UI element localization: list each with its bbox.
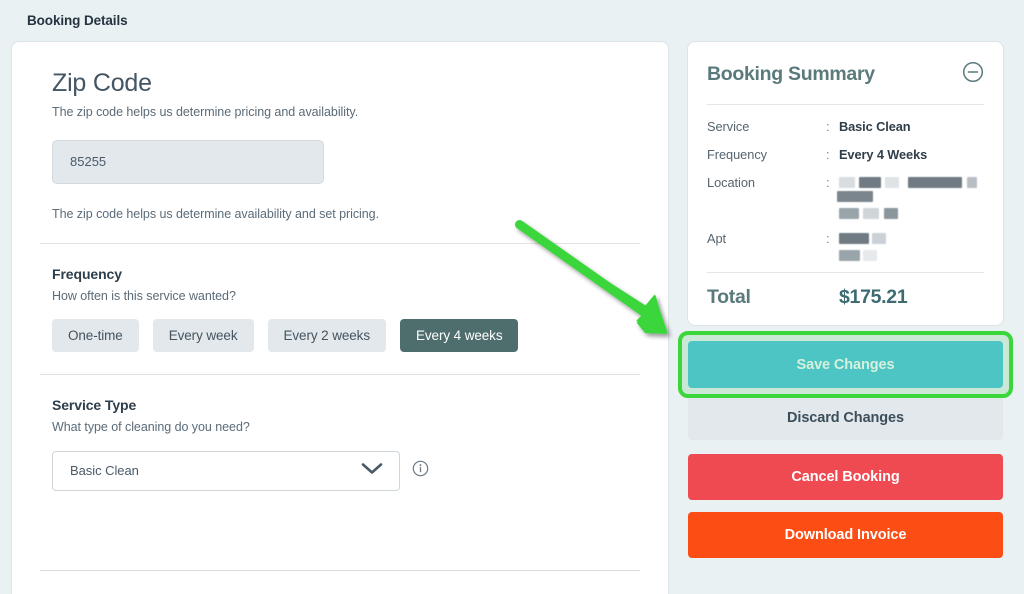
download-invoice-button[interactable]: Download Invoice [688, 512, 1003, 558]
summary-value-apt-redacted [839, 230, 942, 261]
summary-colon-location: : [826, 175, 830, 190]
booking-summary-column: Booking Summary Service : Basic Clean Fr… [678, 42, 1013, 558]
frequency-options: One-time Every week Every 2 weeks Every … [52, 318, 628, 352]
service-type-heading: Service Type [52, 396, 137, 413]
summary-key-frequency: Frequency [707, 147, 768, 162]
frequency-section: Frequency How often is this service want… [12, 244, 668, 352]
zip-code-section: Zip Code The zip code helps us determine… [12, 42, 668, 221]
summary-value-service: Basic Clean [839, 119, 911, 134]
save-button-wrapper: Save Changes [678, 331, 1013, 398]
summary-total-rule [707, 272, 984, 273]
summary-key-apt: Apt [707, 231, 727, 246]
service-type-subtitle: What type of cleaning do you need? [52, 419, 250, 434]
summary-value-frequency: Every 4 Weeks [839, 147, 928, 162]
cancel-booking-button[interactable]: Cancel Booking [688, 454, 1003, 500]
zip-code-helper-text: The zip code helps us determine availabi… [52, 206, 379, 221]
summary-value-location-redacted [837, 174, 984, 219]
service-type-selected-value: Basic Clean [70, 463, 139, 479]
booking-summary-title: Booking Summary [707, 63, 875, 85]
frequency-heading: Frequency [52, 265, 122, 282]
summary-header-rule [707, 104, 984, 105]
chevron-down-icon [361, 461, 383, 480]
summary-colon-frequency: : [826, 147, 830, 162]
frequency-option-every-4-weeks[interactable]: Every 4 weeks [399, 318, 519, 352]
summary-colon-service: : [826, 119, 830, 134]
summary-row-service: Service : Basic Clean [707, 118, 984, 135]
summary-total-label: Total [707, 286, 751, 308]
summary-key-service: Service [707, 119, 750, 134]
frequency-option-every-2-weeks[interactable]: Every 2 weeks [267, 318, 386, 352]
minus-circle-icon[interactable] [962, 61, 984, 88]
page-title: Booking Details [27, 13, 128, 28]
booking-summary-card: Booking Summary Service : Basic Clean Fr… [688, 42, 1003, 325]
save-changes-button[interactable]: Save Changes [688, 341, 1003, 388]
summary-row-location: Location : [707, 174, 984, 219]
zip-code-subtitle: The zip code helps us determine pricing … [52, 104, 359, 119]
summary-row-apt: Apt : [707, 230, 984, 261]
summary-row-frequency: Frequency : Every 4 Weeks [707, 146, 984, 163]
service-type-row: Basic Clean [52, 450, 628, 491]
booking-actions: Save Changes Discard Changes Cancel Book… [678, 331, 1013, 558]
summary-total-value: $175.21 [839, 286, 908, 308]
divider-bottom [40, 570, 640, 571]
booking-summary-header: Booking Summary [707, 61, 984, 88]
zip-code-input[interactable] [52, 139, 324, 184]
discard-changes-button[interactable]: Discard Changes [688, 396, 1003, 440]
summary-rows: Service : Basic Clean Frequency : Every … [707, 118, 984, 261]
summary-key-location: Location [707, 175, 755, 190]
info-circle-icon[interactable] [412, 460, 429, 482]
summary-total-row: Total $175.21 [707, 286, 984, 309]
summary-colon-apt: : [826, 231, 830, 246]
zip-code-heading: Zip Code [52, 69, 152, 97]
frequency-option-every-week[interactable]: Every week [152, 318, 254, 352]
service-type-section: Service Type What type of cleaning do yo… [12, 375, 668, 491]
frequency-subtitle: How often is this service wanted? [52, 288, 236, 303]
booking-details-card: Zip Code The zip code helps us determine… [12, 42, 668, 594]
frequency-option-one-time[interactable]: One-time [52, 318, 139, 352]
service-type-select[interactable]: Basic Clean [52, 450, 400, 491]
